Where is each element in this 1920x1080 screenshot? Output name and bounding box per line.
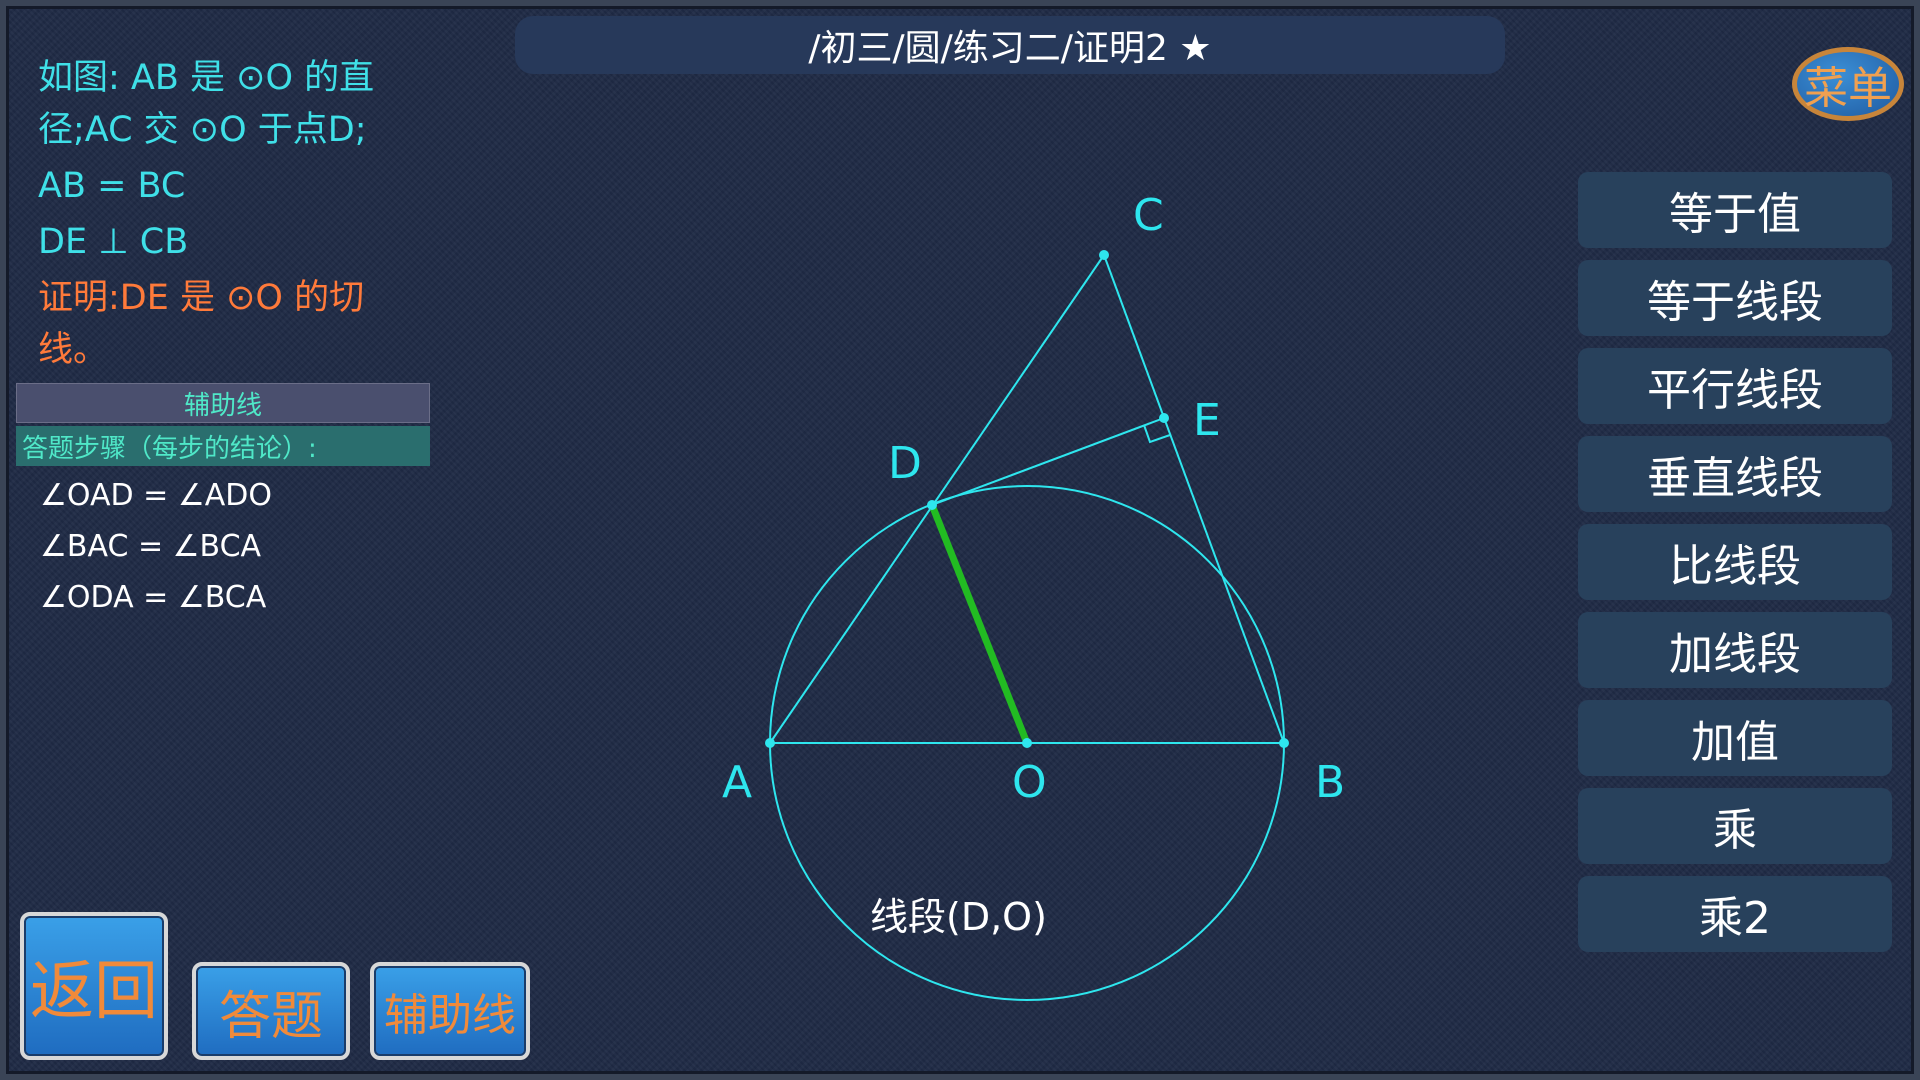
label-c: C [1133,190,1164,241]
btn-perpendicular-segment[interactable]: 垂直线段 [1578,436,1892,512]
btn-add-segment[interactable]: 加线段 [1578,612,1892,688]
back-button[interactable]: 返回 [20,912,168,1060]
btn-equal-segment[interactable]: 等于线段 [1578,260,1892,336]
btn-multiply-2[interactable]: 乘2 [1578,876,1892,952]
label-b: B [1315,757,1345,808]
label-e: E [1193,395,1221,446]
answer-button[interactable]: 答题 [192,962,350,1060]
label-o: O [1012,757,1047,808]
btn-equal-value[interactable]: 等于值 [1578,172,1892,248]
aux-line-button[interactable]: 辅助线 [370,962,530,1060]
segment-ac[interactable] [769,254,1105,744]
label-d: D [888,438,922,489]
point-d[interactable] [927,500,937,510]
selection-label: 线段(D,O) [870,895,1047,939]
btn-add-value[interactable]: 加值 [1578,700,1892,776]
segment-do-highlight[interactable] [928,503,1031,745]
point-a[interactable] [765,738,775,748]
operation-buttons: 等于值 等于线段 平行线段 垂直线段 比线段 加线段 加值 乘 乘2 [1578,172,1892,964]
segment-bc[interactable] [1103,254,1285,744]
btn-ratio-segment[interactable]: 比线段 [1578,524,1892,600]
right-angle-mark [1143,424,1171,444]
point-o[interactable] [1022,738,1032,748]
point-e[interactable] [1159,413,1169,423]
point-c[interactable] [1099,250,1109,260]
btn-multiply[interactable]: 乘 [1578,788,1892,864]
btn-parallel-segment[interactable]: 平行线段 [1578,348,1892,424]
segment-de[interactable] [931,417,1165,506]
point-b[interactable] [1279,738,1289,748]
label-a: A [722,757,752,808]
